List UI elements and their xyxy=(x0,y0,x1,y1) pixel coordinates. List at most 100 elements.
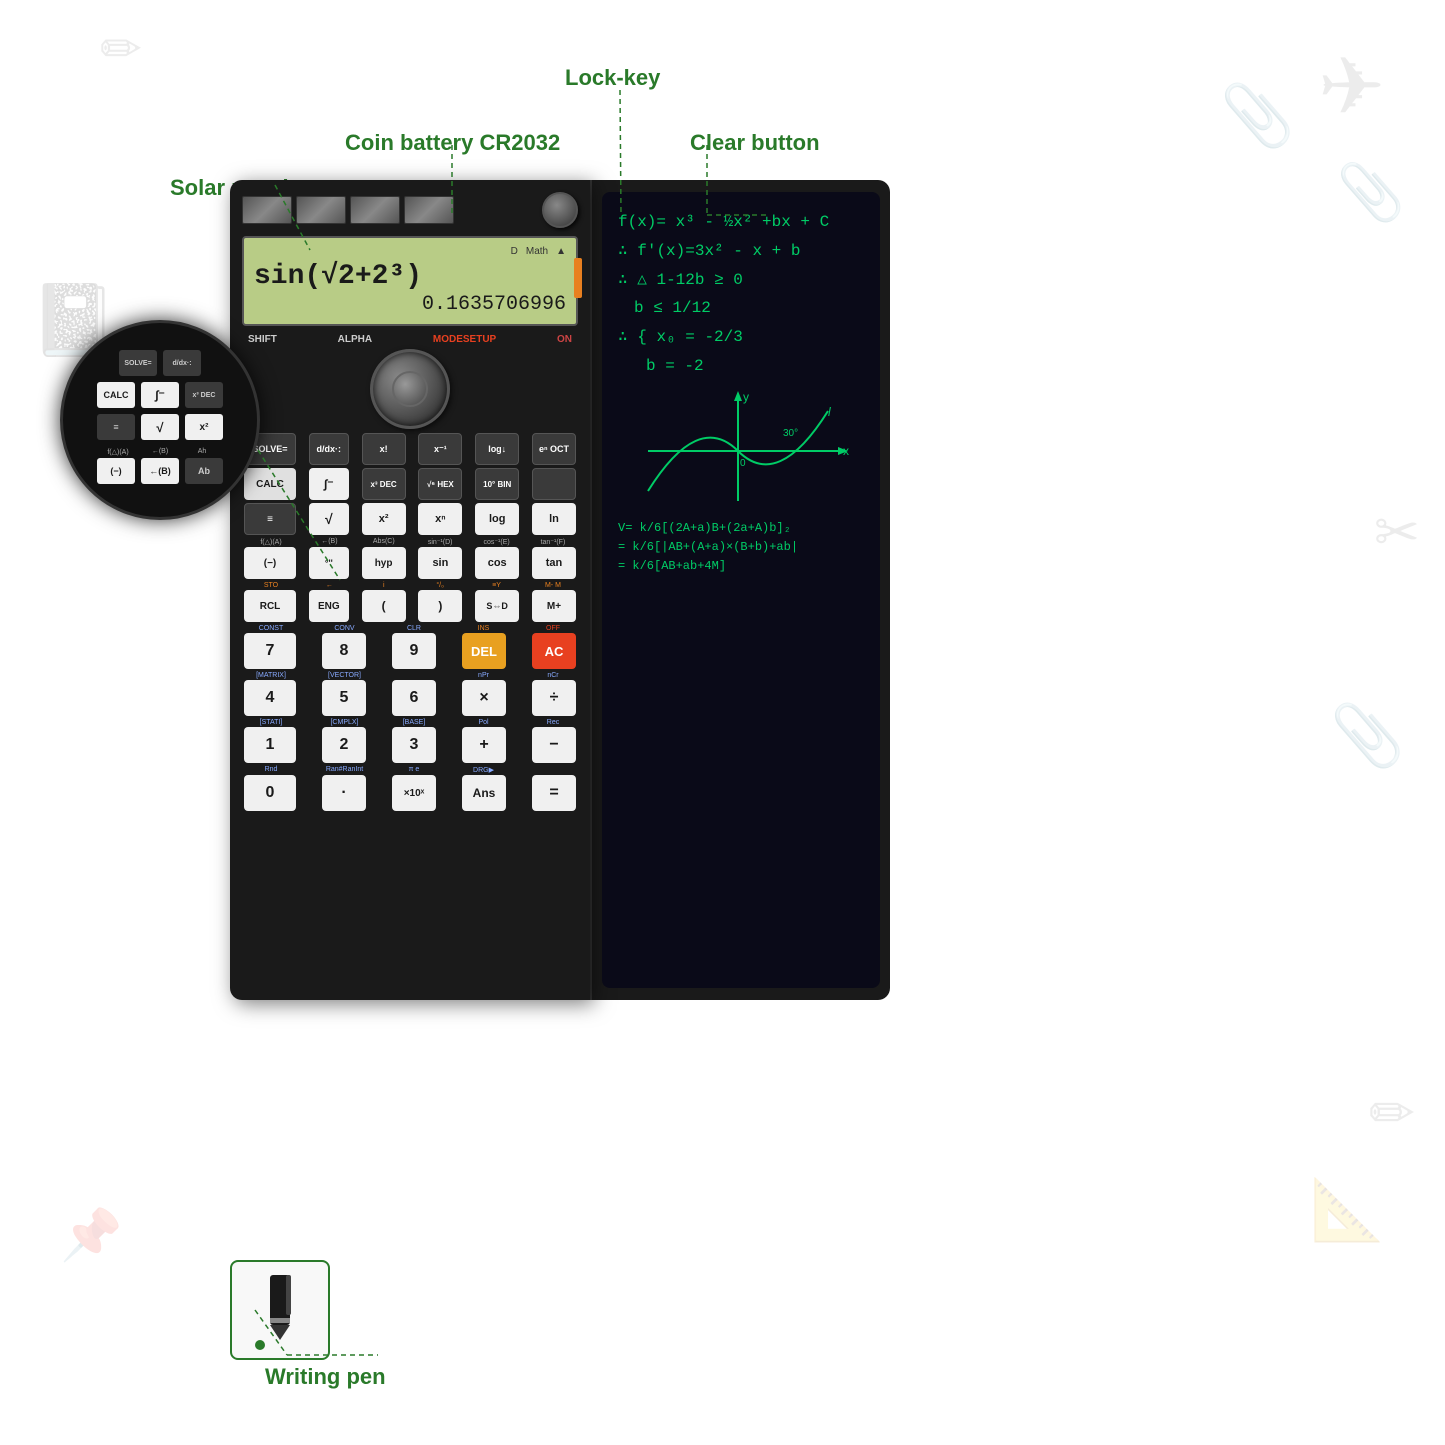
key-hyp[interactable]: hyp xyxy=(362,547,406,579)
zoom-key-x3dec[interactable]: x³ DEC xyxy=(185,382,223,408)
key-sqrt-hex[interactable]: √⁶ HEX xyxy=(418,468,462,500)
zoom-key-x2b[interactable]: x² xyxy=(185,414,223,440)
bg-deco-pencil-2: ✏ xyxy=(1369,1081,1415,1145)
key-1[interactable]: 1 xyxy=(244,727,296,763)
key-3[interactable]: 3 xyxy=(392,727,436,763)
nav-ring[interactable] xyxy=(370,349,450,429)
key-7[interactable]: 7 xyxy=(244,633,296,669)
formula-writing: V= k/6[(2A+a)B+(2a+A)b]₂ = k/6[|AB+(A+a)… xyxy=(618,519,864,577)
display-result: 0.1635706996 xyxy=(422,293,566,316)
zoom-key-sqrt2[interactable]: √ xyxy=(141,414,179,440)
key-xn[interactable]: xⁿ xyxy=(418,503,462,535)
zoom-circle-content: SOLVE= d/dx·: CALC ∫⁻ x³ DEC ≡ √ x² f(△)… xyxy=(63,323,257,517)
mode-label: MODESETUP xyxy=(433,334,496,345)
zoom-key-equiv[interactable]: ≡ xyxy=(97,414,135,440)
nav-center[interactable] xyxy=(392,371,428,407)
svg-text:0: 0 xyxy=(740,458,746,469)
key-mplus[interactable]: M+ xyxy=(532,590,576,622)
trig-row: (−) °'' hyp sin cos tan xyxy=(244,547,576,579)
key-degree[interactable]: °'' xyxy=(309,547,349,579)
writing-tablet: f(x)= x³ - ½x² +bx + C ∴ f'(x)=3x² - x +… xyxy=(590,180,890,1000)
key-x2[interactable]: x² xyxy=(362,503,406,535)
key-5[interactable]: 5 xyxy=(322,680,366,716)
key-6[interactable]: 6 xyxy=(392,680,436,716)
key-sqrt[interactable]: √ xyxy=(309,503,349,535)
key-factorial[interactable]: x! xyxy=(362,433,406,465)
bg-deco-paperclip-3: 📎 xyxy=(1330,700,1405,771)
key-ans[interactable]: Ans xyxy=(462,775,506,811)
key-equals[interactable]: = xyxy=(532,775,576,811)
numrow-789: 7 8 9 DEL AC xyxy=(244,633,576,669)
key-ln[interactable]: ln xyxy=(532,503,576,535)
key-rcl[interactable]: RCL xyxy=(244,590,296,622)
key-10-bin[interactable]: 10° BIN xyxy=(475,468,519,500)
function-key-area: SOLVE= d/dx·: x! x⁻¹ log↓ eⁿ OCT CALC ∫⁻… xyxy=(242,433,578,811)
display-expression: sin(√2+2³) xyxy=(254,261,566,292)
alpha-label: ALPHA xyxy=(338,334,372,345)
key-dot[interactable]: · xyxy=(322,775,366,811)
solar-cell-3 xyxy=(350,196,400,224)
pen-icon-svg xyxy=(250,1270,310,1350)
key-equiv[interactable]: ≡ xyxy=(244,503,296,535)
bg-deco-pin: 📌 xyxy=(60,1206,122,1265)
zoom-row-3: ≡ √ x² xyxy=(97,414,223,440)
key-plus[interactable]: + xyxy=(462,727,506,763)
key-empty-1 xyxy=(532,468,576,500)
key-log[interactable]: log xyxy=(475,503,519,535)
num-labels-row4: Rnd Ran#RanInt π e DRG▶ xyxy=(244,766,576,774)
key-9[interactable]: 9 xyxy=(392,633,436,669)
key-sin[interactable]: sin xyxy=(418,547,462,579)
key-0[interactable]: 0 xyxy=(244,775,296,811)
key-multiply[interactable]: × xyxy=(462,680,506,716)
zoom-key-integral[interactable]: ∫⁻ xyxy=(141,382,179,408)
zoom-key-arrow[interactable]: ←(B) xyxy=(141,458,179,484)
key-calc[interactable]: CALC xyxy=(244,468,296,500)
key-exp[interactable]: ×10ˣ xyxy=(392,775,436,811)
zoom-row-1: SOLVE= d/dx·: xyxy=(119,350,201,376)
key-x3-dec[interactable]: x³ DEC xyxy=(362,468,406,500)
key-sd[interactable]: S⇔D xyxy=(475,590,519,622)
zoom-sublabels: f(△)(A) ←(B) Ah xyxy=(99,448,221,456)
key-del[interactable]: DEL xyxy=(462,633,506,669)
svg-text:y: y xyxy=(743,391,749,404)
formula-line-3: = k/6[AB+ab+4M] xyxy=(618,557,864,576)
key-8[interactable]: 8 xyxy=(322,633,366,669)
key-divide[interactable]: ÷ xyxy=(532,680,576,716)
calc-row: CALC ∫⁻ x³ DEC √⁶ HEX 10° BIN xyxy=(244,468,576,500)
key-rparen[interactable]: ) xyxy=(418,590,462,622)
zoom-key-ab[interactable]: Ab xyxy=(185,458,223,484)
zoom-key-calc[interactable]: CALC xyxy=(97,382,135,408)
key-integral[interactable]: ∫⁻ xyxy=(309,468,349,500)
pen-box xyxy=(230,1260,330,1360)
key-2[interactable]: 2 xyxy=(322,727,366,763)
solar-cell-4 xyxy=(404,196,454,224)
svg-text:30°: 30° xyxy=(783,428,798,439)
math-writing-top: f(x)= x³ - ½x² +bx + C ∴ f'(x)=3x² - x +… xyxy=(618,208,864,381)
zoom-key-neg[interactable]: (−) xyxy=(97,458,135,484)
bg-deco-pencil-1: ✏ xyxy=(100,20,142,78)
bg-deco-scissors: ✂ xyxy=(1374,500,1420,564)
key-ac[interactable]: AC xyxy=(532,633,576,669)
key-ddx[interactable]: d/dx·: xyxy=(309,433,349,465)
graph-area: x y 0 30° l xyxy=(618,391,864,511)
key-tan[interactable]: tan xyxy=(532,547,576,579)
key-minus[interactable]: − xyxy=(532,727,576,763)
key-xi[interactable]: x⁻¹ xyxy=(418,433,462,465)
lock-key-button[interactable] xyxy=(542,192,578,228)
num-labels-row3: [STATI] [CMPLX] [BASE] Pol Rec xyxy=(244,719,576,726)
key-lparen[interactable]: ( xyxy=(362,590,406,622)
key-neg[interactable]: (−) xyxy=(244,547,296,579)
key-log-down[interactable]: log↓ xyxy=(475,433,519,465)
numrow-456: 4 5 6 × ÷ xyxy=(244,680,576,716)
zoom-key-solve[interactable]: SOLVE= xyxy=(119,350,157,376)
num-labels-row1: CONST CONV CLR INS OFF xyxy=(244,625,576,632)
solar-panels xyxy=(242,196,454,224)
formula-line-1: V= k/6[(2A+a)B+(2a+A)b]₂ xyxy=(618,519,864,538)
zoom-circle: SOLVE= d/dx·: CALC ∫⁻ x³ DEC ≡ √ x² f(△)… xyxy=(60,320,260,520)
key-cos[interactable]: cos xyxy=(475,547,519,579)
sqrt-row: ≡ √ x² xⁿ log ln xyxy=(244,503,576,535)
key-4[interactable]: 4 xyxy=(244,680,296,716)
zoom-key-ddx[interactable]: d/dx·: xyxy=(163,350,201,376)
key-e-oct[interactable]: eⁿ OCT xyxy=(532,433,576,465)
key-eng[interactable]: ENG xyxy=(309,590,349,622)
